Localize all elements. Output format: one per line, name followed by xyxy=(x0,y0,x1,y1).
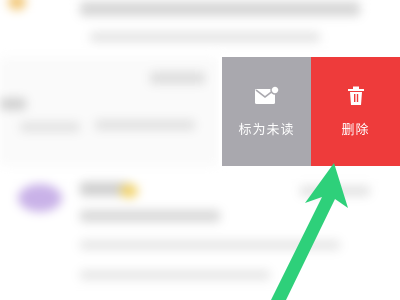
avatar xyxy=(18,184,62,212)
list-item-title xyxy=(0,98,26,110)
list-item-preview xyxy=(80,270,270,280)
delete-button[interactable]: 删除 xyxy=(311,57,400,166)
delete-label: 删除 xyxy=(341,123,370,138)
list-item-preview xyxy=(95,120,195,130)
list-item-title xyxy=(80,2,360,16)
swipe-action-panel: 标为未读 删除 xyxy=(219,57,400,166)
list-item-preview xyxy=(20,122,80,132)
badge xyxy=(120,184,138,198)
list-item-preview xyxy=(90,32,320,42)
list-item-time xyxy=(300,186,370,196)
list-item-preview xyxy=(80,240,340,250)
mark-unread-button[interactable]: 标为未读 xyxy=(222,57,311,166)
list-item-preview xyxy=(80,210,220,222)
trash-icon xyxy=(347,85,365,107)
list-item-time xyxy=(150,72,205,84)
mail-unread-icon xyxy=(254,85,280,107)
mark-unread-label: 标为未读 xyxy=(238,123,295,138)
